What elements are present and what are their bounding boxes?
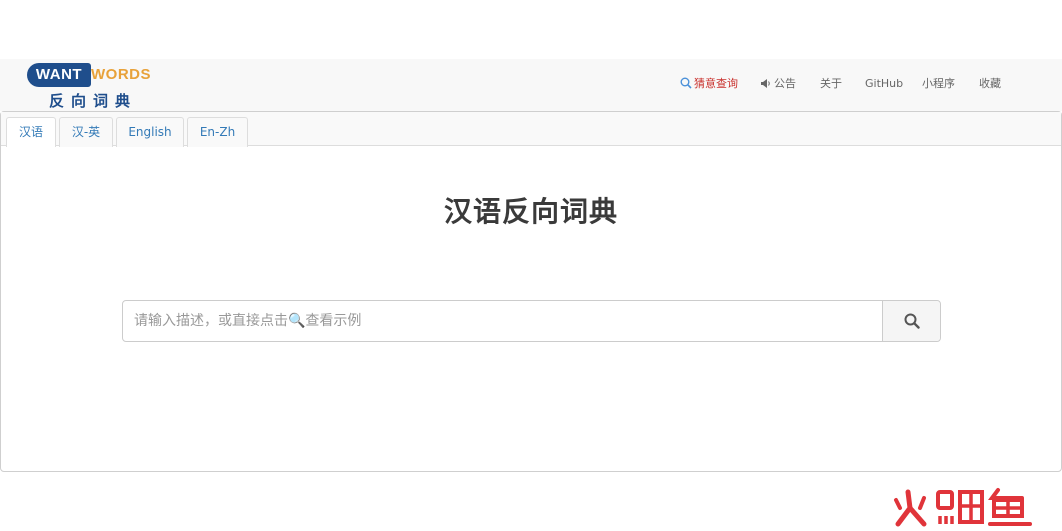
logo-brand-left: WANT [27, 63, 91, 87]
nav-item-reverse-lookup[interactable]: 猜意查询 [680, 77, 738, 91]
logo-brand-right: WORDS [91, 66, 151, 83]
tab-chinese[interactable]: 汉语 [6, 117, 56, 147]
nav-item-miniprogram[interactable]: 小程序 [922, 77, 955, 91]
watermark-logo [890, 486, 1050, 528]
tab-english[interactable]: English [116, 117, 184, 147]
nav-item-label: 公告 [774, 77, 796, 90]
search-input[interactable] [123, 301, 882, 341]
search-icon [680, 77, 692, 89]
nav-item-favorites[interactable]: 收藏 [979, 77, 1001, 91]
nav-item-github[interactable]: GitHub [865, 77, 903, 91]
nav-item-label: 猜意查询 [694, 77, 738, 90]
nav-item-about[interactable]: 关于 [820, 77, 842, 91]
tab-english-chinese[interactable]: En-Zh [187, 117, 248, 147]
tab-chinese-english[interactable]: 汉-英 [59, 117, 113, 147]
logo-subtitle: 反向词典 [49, 92, 138, 110]
search-icon [904, 313, 920, 329]
search-button[interactable] [882, 301, 940, 341]
nav-links: 猜意查询 公告 关于 GitHub 小程序 收藏 [676, 59, 1056, 111]
main-panel: 汉语 汉-英 English En-Zh 汉语反向词典 [0, 111, 1062, 472]
top-navbar: WANT WORDS 反向词典 猜意查询 公告 关于 GitHub 小程序 收藏 [0, 59, 1062, 111]
megaphone-icon [761, 79, 770, 88]
nav-item-announcement[interactable]: 公告 [760, 77, 796, 91]
language-tabs: 汉语 汉-英 English En-Zh [1, 112, 1061, 147]
wantwords-logo[interactable]: WANT WORDS 反向词典 [27, 63, 162, 110]
search-bar [122, 300, 941, 342]
page-title: 汉语反向词典 [443, 195, 618, 228]
